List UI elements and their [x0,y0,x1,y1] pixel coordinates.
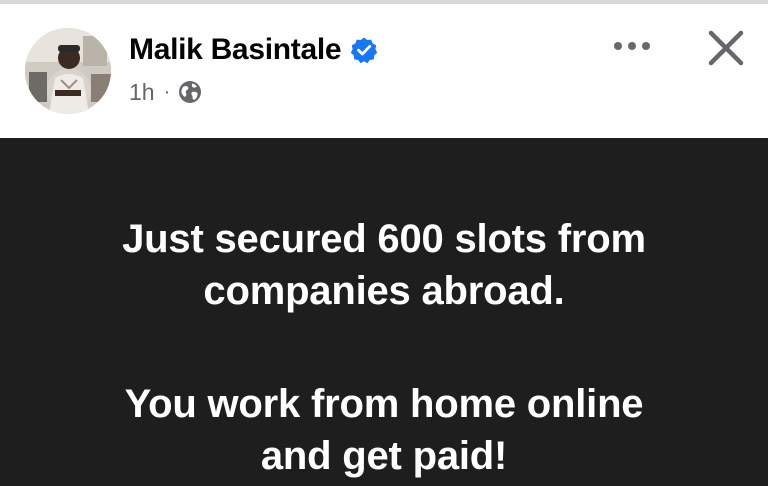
post-text-line: You work from home online [124,382,644,426]
author-row: Malik Basintale [129,30,378,70]
post-text-line: and get paid! [260,434,508,478]
post-text-paragraph-2: You work from home online and get paid! [0,378,768,482]
close-button[interactable] [700,22,752,74]
post-text-paragraph-1: Just secured 600 slots from companies ab… [0,213,768,317]
more-options-button[interactable] [604,24,660,68]
avatar[interactable] [25,28,111,114]
close-icon [708,30,744,66]
post-timestamp[interactable]: 1h [129,79,155,106]
more-horizontal-icon [614,42,650,50]
facebook-post: Malik Basintale 1h · Just secured 600 sl… [0,0,768,486]
post-header: Malik Basintale 1h · [0,4,768,138]
post-text-line: companies abroad. [203,269,565,313]
meta-separator: · [163,81,171,103]
post-meta: 1h · [129,77,202,107]
author-name[interactable]: Malik Basintale [129,33,342,67]
post-text-line: Just secured 600 slots from [122,217,646,261]
avatar-image [25,28,111,114]
post-content[interactable]: Just secured 600 slots from companies ab… [0,138,768,486]
globe-icon[interactable] [178,80,202,104]
verified-badge-icon [350,36,378,64]
